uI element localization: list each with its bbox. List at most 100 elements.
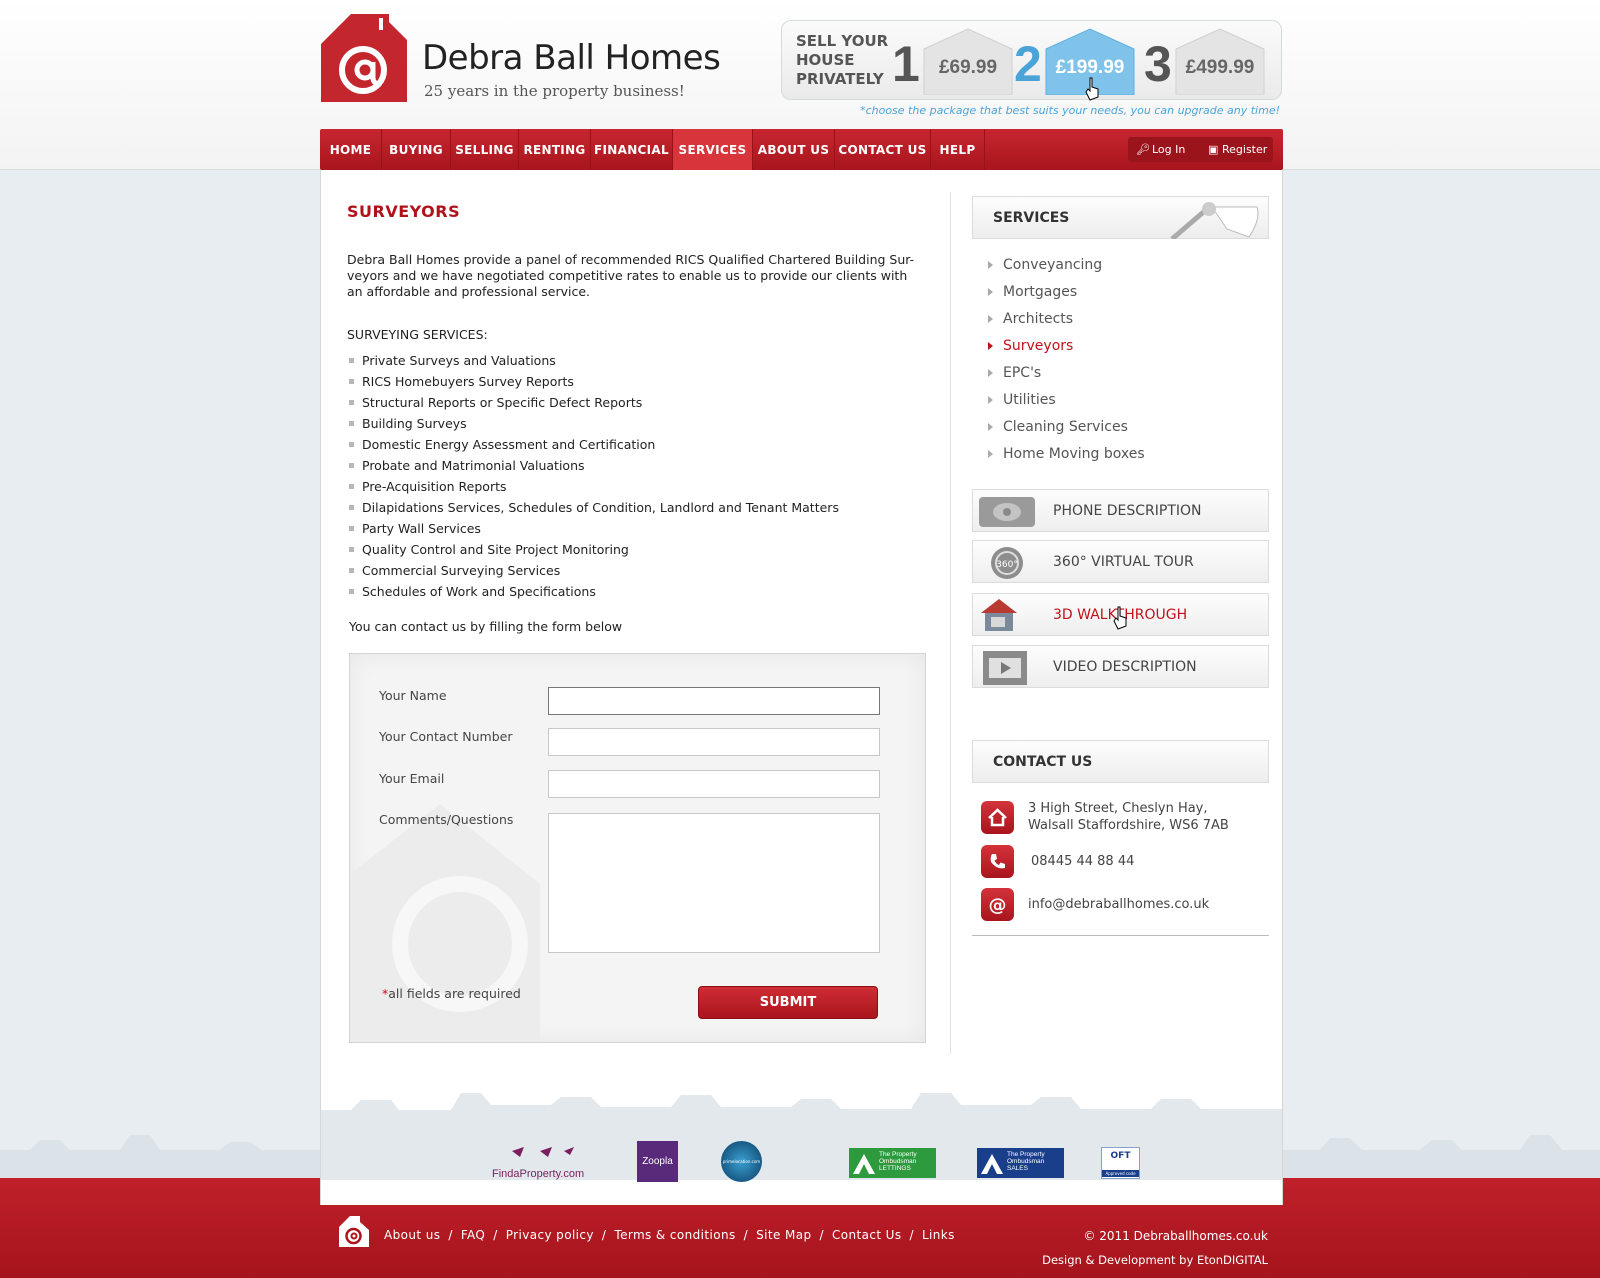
contact-number-input[interactable] (548, 728, 880, 756)
findaproperty-logo[interactable]: FindaProperty.com (490, 1143, 600, 1183)
list-item: Private Surveys and Valuations (347, 352, 839, 373)
pricing-widget: SELL YOUR HOUSE PRIVATELY 1 £69.99 2 £19… (781, 20, 1282, 100)
package-number: 3 (1144, 36, 1172, 92)
sidebar-item-cleaning[interactable]: Cleaning Services (988, 417, 1145, 444)
footer-link-links[interactable]: Links (922, 1228, 955, 1242)
nav-about-us[interactable]: ABOUT US (753, 129, 835, 170)
comments-label: Comments/Questions (379, 812, 514, 827)
footer-link-faq[interactable]: FAQ (461, 1228, 485, 1242)
submit-button[interactable]: SUBMIT (698, 986, 878, 1019)
nav-contact-us[interactable]: CONTACT US (835, 129, 931, 170)
sidebar-item-epcs[interactable]: EPC's (988, 363, 1145, 390)
ombudsman-lettings-logo[interactable]: The Property Ombudsman LETTINGS (849, 1148, 936, 1178)
video-description-button[interactable]: VIDEO DESCRIPTION (972, 645, 1269, 688)
footer-link-sitemap[interactable]: Site Map (756, 1228, 811, 1242)
ombudsman-text-2: Ombudsman (879, 1158, 917, 1165)
mouse-cursor-icon (1113, 606, 1127, 630)
primelocation-logo[interactable]: primelocation.com (721, 1141, 762, 1182)
nav-renting[interactable]: RENTING (519, 129, 591, 170)
contact-panel-title: CONTACT US (993, 754, 1093, 770)
package-number: 2 (1014, 36, 1042, 92)
footer-nav: About us / FAQ / Privacy policy / Terms & cond… (384, 1228, 955, 1242)
list-item: Commercial Surveying Services (347, 562, 839, 583)
main-nav: HOME BUYING SELLING RENTING FINANCIAL SE… (320, 129, 1283, 170)
email-link[interactable]: info@debraballhomes.co.uk (1028, 896, 1209, 913)
nav-services[interactable]: SERVICES (673, 129, 753, 170)
services-heading: SURVEYING SERVICES: (347, 327, 488, 342)
nav-selling[interactable]: SELLING (451, 129, 519, 170)
phone-number[interactable]: 08445 44 88 44 (1031, 853, 1134, 870)
column-divider (950, 192, 951, 1054)
list-item: Domestic Energy Assessment and Certifica… (347, 436, 839, 457)
phone-icon (979, 497, 1035, 527)
separator: / (819, 1228, 824, 1242)
footer-logo-icon[interactable] (339, 1216, 369, 1247)
svg-text:360°: 360° (996, 560, 1018, 570)
logo-house-icon[interactable] (321, 14, 407, 102)
primelocation-text: primelocation.com (722, 1159, 761, 1164)
footer-link-privacy[interactable]: Privacy policy (506, 1228, 594, 1242)
address: 3 High Street, Cheslyn Hay, Walsall Staf… (1028, 800, 1229, 834)
separator: / (909, 1228, 914, 1242)
login-link[interactable]: Log In (1152, 137, 1185, 162)
footer-link-about[interactable]: About us (384, 1228, 440, 1242)
contact-panel-header: CONTACT US (972, 740, 1269, 783)
auth-box: 🔑︎ Log In ▣ Register (1128, 137, 1273, 162)
required-note-text: all fields are required (388, 986, 521, 1001)
register-icon: ▣ (1208, 143, 1219, 156)
tools-icon (1170, 202, 1259, 239)
sidebar-item-mortgages[interactable]: Mortgages (988, 282, 1145, 309)
oft-logo[interactable]: OFT Approved code (1101, 1147, 1140, 1179)
phone-description-button[interactable]: PHONE DESCRIPTION (972, 489, 1269, 532)
intro-text: Debra Ball Homes provide a panel of reco… (347, 252, 915, 299)
name-input[interactable] (548, 687, 880, 715)
required-note: *all fields are required (382, 986, 521, 1001)
package-3[interactable]: 3 £499.99 (1144, 27, 1274, 97)
list-item: Party Wall Services (347, 520, 839, 541)
svg-text:@: @ (989, 895, 1007, 916)
nav-help[interactable]: HELP (931, 129, 985, 170)
3d-house-icon (981, 599, 1017, 631)
services-panel-header: SERVICES (972, 196, 1269, 239)
address-line-1: 3 High Street, Cheslyn Hay, (1028, 801, 1208, 816)
virtual-tour-button[interactable]: 360° 360° VIRTUAL TOUR (972, 540, 1269, 583)
list-item: Quality Control and Site Project Monitor… (347, 541, 839, 562)
list-item: RICS Homebuyers Survey Reports (347, 373, 839, 394)
address-line-2: Walsall Staffordshire, WS6 7AB (1028, 818, 1229, 833)
separator: / (743, 1228, 749, 1242)
email-icon: @ (981, 888, 1014, 921)
360-icon: 360° (991, 547, 1023, 579)
package-1[interactable]: 1 £69.99 (892, 27, 1014, 97)
comments-textarea[interactable] (548, 813, 880, 953)
design-credit[interactable]: Design & Development by EtonDIGITAL (1042, 1253, 1268, 1267)
sidebar-item-utilities[interactable]: Utilities (988, 390, 1145, 417)
sidebar-item-moving-boxes[interactable]: Home Moving boxes (988, 444, 1145, 471)
footer-link-contact[interactable]: Contact Us (832, 1228, 902, 1242)
contact-number-label: Your Contact Number (379, 729, 513, 744)
nav-financial[interactable]: FINANCIAL (591, 129, 673, 170)
sidebar-item-conveyancing[interactable]: Conveyancing (988, 255, 1145, 282)
nav-buying[interactable]: BUYING (382, 129, 451, 170)
package-price: £499.99 (1185, 57, 1255, 78)
services-panel-title: SERVICES (993, 210, 1070, 226)
package-price: £199.99 (1055, 57, 1125, 78)
brand-tagline: 25 years in the property business! (424, 82, 685, 100)
sidebar-item-surveyors[interactable]: Surveyors (988, 336, 1145, 363)
ombudsman-sales-logo[interactable]: The Property Ombudsman SALES (977, 1148, 1064, 1178)
separator: / (601, 1228, 607, 1242)
email-input[interactable] (548, 770, 880, 798)
key-icon: 🔑︎ (1136, 143, 1150, 156)
sidebar-item-architects[interactable]: Architects (988, 309, 1145, 336)
list-item: Structural Reports or Specific Defect Re… (347, 394, 839, 415)
zoopla-logo[interactable]: Zoopla (637, 1141, 678, 1182)
separator: / (493, 1228, 498, 1242)
page-title: SURVEYORS (347, 202, 461, 221)
register-link[interactable]: Register (1222, 137, 1267, 162)
nav-home[interactable]: HOME (320, 129, 382, 170)
ombudsman-text-1: The Property (879, 1151, 917, 1158)
footer-link-terms[interactable]: Terms & conditions (614, 1228, 735, 1242)
package-2[interactable]: 2 £199.99 (1014, 27, 1136, 97)
findaproperty-text: FindaProperty.com (492, 1168, 585, 1180)
feature-label: PHONE DESCRIPTION (1053, 503, 1202, 519)
brand-name[interactable]: Debra Ball Homes (422, 38, 721, 78)
